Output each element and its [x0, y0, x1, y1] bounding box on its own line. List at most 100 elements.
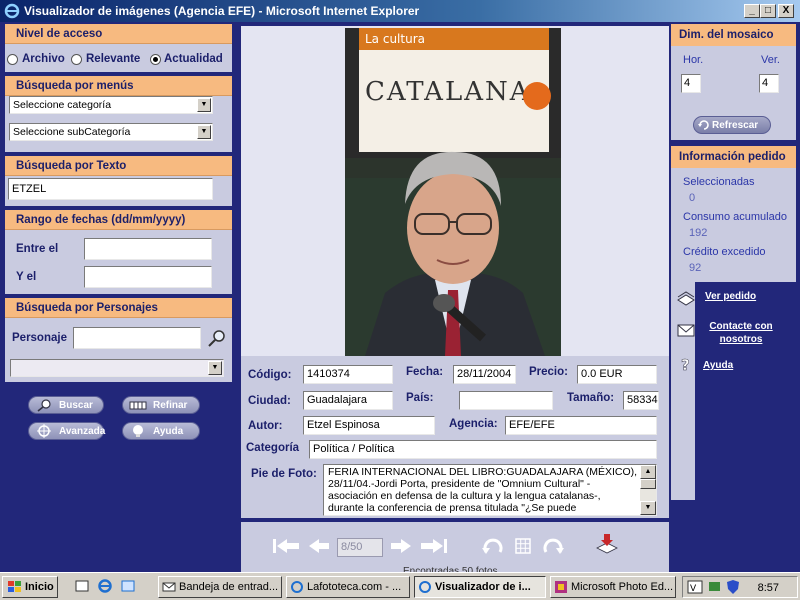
- order-info-title: Información pedido: [671, 146, 796, 168]
- horizontal-input[interactable]: 4: [681, 74, 701, 93]
- agency-value: EFE/EFE: [505, 416, 657, 435]
- code-value: 1410374: [303, 365, 393, 384]
- window-title: Visualizador de imágenes (Agencia EFE) -…: [24, 4, 420, 18]
- last-page-icon[interactable]: [419, 536, 449, 556]
- lightbulb-icon: [133, 425, 143, 437]
- refine-button-label: Refinar: [153, 400, 188, 411]
- chevron-down-icon: ▼: [197, 125, 211, 139]
- outlook-icon[interactable]: [120, 578, 136, 594]
- photo-area: La cultura CATALANA: [241, 26, 669, 356]
- advanced-search-button[interactable]: Avanzada: [28, 422, 106, 440]
- date-range-title: Rango de fechas (dd/mm/yyyy): [5, 210, 232, 230]
- news-photo[interactable]: La cultura CATALANA: [345, 28, 561, 356]
- rotate-left-icon[interactable]: [481, 536, 505, 556]
- minimize-button[interactable]: _: [744, 4, 760, 18]
- previous-icon[interactable]: [307, 536, 331, 556]
- scroll-down-icon[interactable]: ▼: [640, 501, 656, 515]
- volume-tray-icon[interactable]: V: [687, 579, 703, 595]
- view-order-link[interactable]: Ver pedido: [705, 290, 756, 303]
- chevron-down-icon: ▼: [197, 98, 211, 112]
- shield-icon[interactable]: [725, 579, 741, 595]
- person-select[interactable]: ▼: [10, 359, 224, 377]
- taskbar-task-inbox[interactable]: Bandeja de entrad...: [158, 576, 282, 598]
- date-label: Fecha:: [406, 366, 444, 378]
- caption-scrollbar[interactable]: ▲ ▼: [640, 465, 656, 515]
- internet-explorer-icon: [291, 581, 303, 593]
- photo-navigation: 8/50 Encontradas 50 fotos: [241, 522, 669, 577]
- text-search-input[interactable]: ETZEL: [8, 178, 213, 200]
- scroll-up-icon[interactable]: ▲: [640, 465, 656, 479]
- help-link[interactable]: Ayuda: [703, 359, 733, 372]
- crosshair-icon: [37, 424, 51, 438]
- grid-icon[interactable]: [513, 536, 533, 556]
- windows-taskbar: Inicio Bandeja de entrad... Lafototeca.c…: [0, 572, 800, 600]
- page-indicator[interactable]: 8/50: [337, 538, 383, 557]
- menu-search-title: Búsqueda por menús: [5, 76, 232, 96]
- start-button[interactable]: Inicio: [2, 576, 58, 598]
- next-icon[interactable]: [389, 536, 413, 556]
- help-button[interactable]: Ayuda: [122, 422, 200, 440]
- category-select[interactable]: Seleccione categoría ▼: [9, 96, 213, 114]
- search-icon: [37, 399, 51, 412]
- category-select-value: Seleccione categoría: [13, 99, 112, 111]
- category-label: Categoría: [246, 442, 300, 454]
- radio-relevante[interactable]: [71, 54, 82, 65]
- radio-archivo-label: Archivo: [22, 53, 65, 65]
- person-input[interactable]: [73, 327, 201, 349]
- contact-us-link[interactable]: Contacte con nosotros: [701, 320, 781, 346]
- clock: 8:57: [757, 582, 779, 594]
- caption-label: Pie de Foto:: [251, 468, 317, 480]
- magnifier-icon[interactable]: [207, 328, 227, 348]
- first-page-icon[interactable]: [271, 536, 301, 556]
- author-label: Autor:: [248, 420, 283, 432]
- system-tray: V 8:57: [682, 576, 798, 598]
- credit-label: Crédito excedido: [683, 246, 766, 258]
- order-panel: Dim. del mosaico Hor. Ver. 4 4 Refrescar…: [671, 22, 800, 572]
- chevron-down-icon: ▼: [208, 361, 222, 375]
- taskbar-task-photo-editor[interactable]: Microsoft Photo Ed...: [550, 576, 676, 598]
- show-desktop-icon[interactable]: [74, 578, 90, 594]
- scroll-thumb[interactable]: [640, 479, 656, 489]
- size-value: 58334: [623, 391, 659, 410]
- search-button-label: Buscar: [59, 400, 93, 411]
- subcategory-select[interactable]: Seleccione subCategoría ▼: [9, 123, 213, 141]
- consumption-label: Consumo acumulado: [683, 211, 787, 223]
- refresh-button[interactable]: Refrescar: [693, 116, 771, 134]
- network-tray-icon[interactable]: [707, 579, 723, 595]
- maximize-button[interactable]: □: [760, 4, 776, 18]
- window-titlebar: Visualizador de imágenes (Agencia EFE) -…: [0, 0, 800, 22]
- radio-archivo[interactable]: [7, 54, 18, 65]
- date-to-input[interactable]: [84, 266, 212, 288]
- country-value: [459, 391, 553, 410]
- order-list-icon[interactable]: [676, 290, 696, 306]
- date-from-input[interactable]: [84, 238, 212, 260]
- price-value: 0.0 EUR: [577, 365, 657, 384]
- taskbar-task-visualizador[interactable]: Visualizador de i...: [414, 576, 546, 598]
- internet-explorer-icon[interactable]: [97, 578, 113, 594]
- rotate-right-icon[interactable]: [541, 536, 565, 556]
- price-label: Precio:: [529, 366, 568, 378]
- vertical-input[interactable]: 4: [759, 74, 779, 93]
- caption-text[interactable]: FERIA INTERNACIONAL DEL LIBRO:GUADALAJAR…: [323, 464, 657, 516]
- radio-actualidad[interactable]: [150, 54, 161, 65]
- mosaic-section: Dim. del mosaico Hor. Ver. 4 4 Refrescar: [671, 24, 796, 140]
- help-question-icon[interactable]: ?: [676, 356, 696, 372]
- search-button[interactable]: Buscar: [28, 396, 104, 414]
- advanced-search-button-label: Avanzada: [59, 426, 106, 437]
- access-level-title: Nivel de acceso: [5, 24, 232, 44]
- link-icon-strip: ?: [671, 282, 695, 500]
- people-search-title: Búsqueda por Personajes: [5, 298, 232, 318]
- taskbar-task-lafototeca[interactable]: Lafototeca.com - ...: [286, 576, 410, 598]
- download-tray-icon[interactable]: [595, 532, 619, 556]
- subcategory-select-value: Seleccione subCategoría: [13, 126, 131, 138]
- refine-button[interactable]: Refinar: [122, 396, 200, 414]
- access-level-section: Nivel de acceso Archivo Relevante Actual…: [5, 24, 232, 72]
- envelope-icon[interactable]: [676, 322, 696, 338]
- credit-value: 92: [689, 262, 702, 274]
- horizontal-label: Hor.: [683, 54, 704, 66]
- internet-explorer-icon: [4, 3, 20, 19]
- mosaic-title: Dim. del mosaico: [671, 24, 796, 46]
- photo-details: Código: 1410374 Fecha: 28/11/2004 Precio…: [241, 356, 669, 518]
- close-button[interactable]: X: [778, 4, 794, 18]
- category-value: Política / Política: [309, 440, 657, 459]
